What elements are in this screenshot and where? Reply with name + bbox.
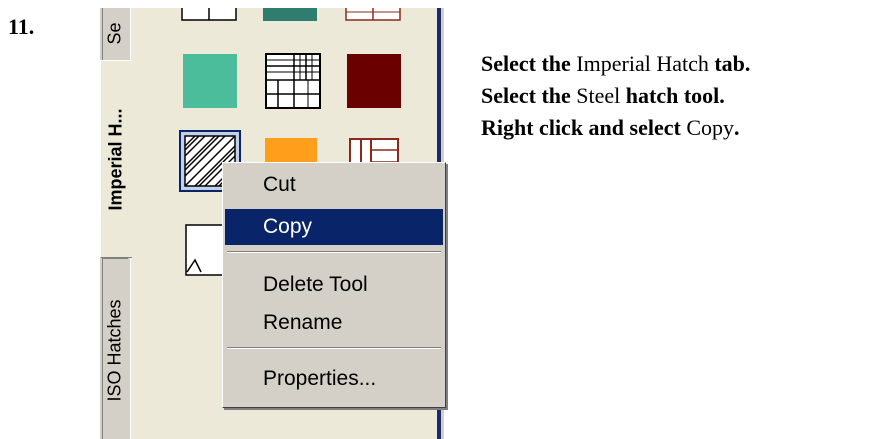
tab-iso-hatches[interactable]: ISO Hatches [102,258,128,439]
outline-hatch-icon [185,224,225,276]
hatch-tool-outline[interactable] [185,224,225,281]
tab-iso-hatches-label: ISO Hatches [105,298,126,402]
tab-imperial-hatch-label: Imperial H... [106,107,127,211]
instruction-1-pre: Select the [481,51,571,76]
hatch-tool-maroon[interactable] [347,54,401,108]
context-menu: Cut Copy Delete Tool Rename Properties..… [222,162,446,408]
brick-hatch-icon [181,8,237,21]
instruction-3-pre: Right click and select [481,115,681,140]
menu-item-delete-tool-label: Delete Tool [263,273,368,296]
hatch-tool-green[interactable] [183,54,237,108]
green-swatch-icon [183,54,237,108]
menu-item-properties[interactable]: Properties... [225,361,443,397]
step-number: 11. [8,14,35,39]
menu-separator [227,347,441,349]
menu-item-copy-label: Copy [263,215,313,238]
tab-imperial-hatch[interactable]: Imperial H... [100,60,132,258]
grid-hatch-icon [265,53,321,109]
instruction-line-1: Select the Imperial Hatch tab. [481,48,750,80]
instruction-2-pre: Select the [481,83,571,108]
hatch-tool-grid[interactable] [264,52,322,115]
red-brick-hatch-icon [345,8,401,21]
tab-partial[interactable]: Se [102,8,128,64]
instruction-2-value: Steel [576,83,621,108]
instruction-line-3: Right click and select Copy. [481,112,750,144]
instruction-2-post: hatch tool. [625,83,725,108]
menu-item-cut[interactable]: Cut [225,167,443,203]
menu-item-rename-label: Rename [263,311,343,334]
instruction-3-value: Copy [686,115,735,140]
instruction-line-2: Select the Steel hatch tool. [481,80,750,112]
tab-partial-label: Se [105,21,125,45]
menu-item-copy[interactable]: Copy [225,209,443,245]
maroon-swatch-icon [347,54,401,108]
teal-swatch-icon [263,8,317,21]
menu-item-properties-label: Properties... [263,367,377,390]
hatch-tool-brick-red[interactable] [345,8,401,27]
menu-separator [227,251,441,253]
menu-item-cut-label: Cut [263,173,296,196]
hatch-tool-brick-white[interactable] [181,8,237,27]
instruction-3-post: . [734,115,740,140]
instructions: Select the Imperial Hatch tab. Select th… [481,48,750,144]
menu-item-rename[interactable]: Rename [225,305,443,341]
hatch-tool-teal[interactable] [263,8,317,21]
instruction-1-post: tab. [714,51,751,76]
palette-tab-strip: Se Imperial H... ISO Hatches [100,8,132,439]
menu-item-delete-tool[interactable]: Delete Tool [225,267,443,303]
instruction-1-value: Imperial Hatch [576,51,709,76]
